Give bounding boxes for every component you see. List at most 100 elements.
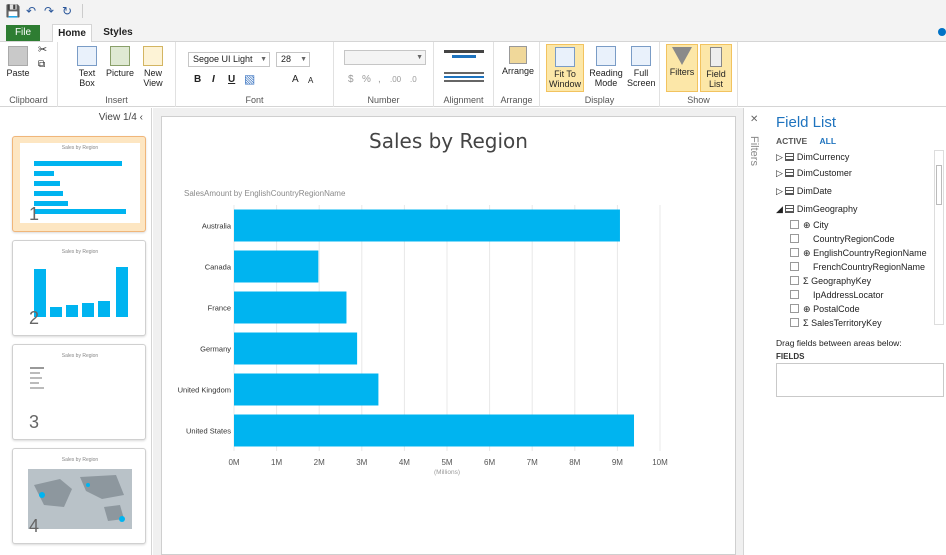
chevron-left-icon[interactable]: ‹ <box>140 112 143 123</box>
close-icon[interactable]: ✕ <box>750 114 758 125</box>
field-checkbox[interactable] <box>790 290 799 299</box>
x-tick-label: 8M <box>569 458 580 467</box>
font-size-value: 28 <box>281 54 292 64</box>
thumbnail-number: 1 <box>29 204 40 224</box>
field-englishcountryregionname[interactable]: ⊕ EnglishCountryRegionName <box>790 248 927 259</box>
group-show: Filters Field List Show <box>660 42 738 107</box>
field-list-icon <box>710 47 722 67</box>
field-checkbox[interactable] <box>790 304 799 313</box>
tab-all[interactable]: ALL <box>820 136 837 146</box>
paste-label: Paste <box>6 68 30 78</box>
collapse-icon: ◢ <box>776 204 783 214</box>
copy-icon[interactable]: ⧉ <box>38 60 45 70</box>
filters-label: Filters <box>669 67 695 77</box>
bar[interactable] <box>234 373 379 406</box>
sigma-icon: Σ <box>803 318 809 328</box>
chevron-down-icon: ▼ <box>300 56 307 63</box>
refresh-icon[interactable]: ↻ <box>60 4 74 18</box>
horizontal-align-icon[interactable] <box>444 70 484 84</box>
filters-pane-collapsed[interactable]: ✕ Filters <box>743 108 765 555</box>
help-icon[interactable] <box>938 28 946 36</box>
full-screen-button[interactable]: Full Screen <box>626 46 656 88</box>
undo-icon[interactable]: ↶ <box>24 4 38 18</box>
field-ipaddresslocator[interactable]: IpAddressLocator <box>790 290 884 300</box>
field-city[interactable]: ⊕ City <box>790 220 829 231</box>
bar[interactable] <box>234 414 635 447</box>
field-salesterritorykey[interactable]: Σ SalesTerritoryKey <box>790 318 882 328</box>
increase-decimal-button[interactable]: .00 <box>390 75 401 84</box>
table-dimdate[interactable]: ▷ DimDate <box>776 186 832 197</box>
category-label: United States <box>186 427 231 436</box>
field-checkbox[interactable] <box>790 276 799 285</box>
redo-icon[interactable]: ↷ <box>42 4 56 18</box>
bar[interactable] <box>234 291 347 324</box>
field-list-scrollbar[interactable] <box>934 150 944 325</box>
bar[interactable] <box>234 250 319 283</box>
field-postalcode[interactable]: ⊕ PostalCode <box>790 304 860 315</box>
comma-button[interactable]: , <box>378 74 381 85</box>
italic-button[interactable]: I <box>212 74 215 85</box>
table-dimgeography[interactable]: ◢ DimGeography <box>776 204 857 215</box>
save-icon[interactable]: 💾 <box>6 4 21 18</box>
scrollbar-thumb[interactable] <box>936 165 942 205</box>
font-size-select[interactable]: 28 ▼ <box>276 52 310 67</box>
text-box-button[interactable]: Text Box <box>74 46 100 88</box>
report-canvas-area: Sales by Region SalesAmount by EnglishCo… <box>153 108 765 555</box>
underline-button[interactable]: U <box>228 74 235 85</box>
table-dimcurrency[interactable]: ▷ DimCurrency <box>776 152 849 163</box>
field-geographykey[interactable]: Σ GeographyKey <box>790 276 871 286</box>
table-name: DimCustomer <box>796 168 852 178</box>
field-checkbox[interactable] <box>790 234 799 243</box>
grow-font-button[interactable]: A <box>292 74 299 85</box>
fit-to-window-button[interactable]: Fit To Window <box>546 44 584 92</box>
reading-mode-icon <box>596 46 616 66</box>
category-label: Germany <box>200 345 231 354</box>
reading-mode-button[interactable]: Reading Mode <box>588 46 624 88</box>
percent-button[interactable]: % <box>362 74 371 85</box>
view-thumbnail-4[interactable]: Sales by Region 4 <box>12 448 146 544</box>
view-thumbnail-2[interactable]: Sales by Region 2 <box>12 240 146 336</box>
field-checkbox[interactable] <box>790 248 799 257</box>
field-checkbox[interactable] <box>790 262 799 271</box>
sales-bar-chart[interactable]: 0M 1M 2M 3M 4M 5M 6M 7M 8M 9M 10M (Millions) Austral… <box>162 197 722 477</box>
bar[interactable] <box>234 209 620 242</box>
arrange-button[interactable]: Arrange <box>500 46 536 76</box>
view-thumbnail-1[interactable]: Sales by Region 1 <box>12 136 146 232</box>
paste-button[interactable]: Paste <box>6 46 30 78</box>
tab-file[interactable]: File <box>6 25 40 41</box>
picture-button[interactable]: Picture <box>104 46 136 78</box>
report-view[interactable]: Sales by Region SalesAmount by EnglishCo… <box>161 116 736 555</box>
tab-styles[interactable]: Styles <box>100 24 136 42</box>
filters-button[interactable]: Filters <box>666 44 698 92</box>
currency-button[interactable]: $ <box>348 74 354 85</box>
cut-icon[interactable]: ✂ <box>38 45 47 56</box>
field-list-pane: Field List ACTIVE ALL ▷ DimCurrency ▷ DimC… <box>766 108 946 555</box>
view-thumbnail-3[interactable]: Sales by Region 3 <box>12 344 146 440</box>
field-frenchcountryregionname[interactable]: FrenchCountryRegionName <box>790 262 925 272</box>
fields-drop-area[interactable] <box>776 363 944 397</box>
vertical-align-icon[interactable] <box>444 48 484 62</box>
x-tick-label: 6M <box>484 458 495 467</box>
field-list-button[interactable]: Field List <box>700 44 732 92</box>
highlight-icon[interactable]: ▧ <box>244 72 255 86</box>
alignment-group-label: Alignment <box>443 95 484 105</box>
filter-icon <box>672 47 692 65</box>
number-format-select[interactable]: ▼ <box>344 50 426 65</box>
field-checkbox[interactable] <box>790 318 799 327</box>
field-countryregioncode[interactable]: CountryRegionCode <box>790 234 895 244</box>
table-dimcustomer[interactable]: ▷ DimCustomer <box>776 168 852 179</box>
shrink-font-button[interactable]: A <box>308 76 313 85</box>
decrease-decimal-button[interactable]: .0 <box>410 75 417 84</box>
bar[interactable] <box>234 332 358 365</box>
new-view-button[interactable]: New View <box>138 46 168 88</box>
field-checkbox[interactable] <box>790 220 799 229</box>
paste-icon <box>8 46 28 66</box>
table-name: DimCurrency <box>796 152 850 162</box>
bold-button[interactable]: B <box>194 74 201 85</box>
tab-active[interactable]: ACTIVE <box>776 136 807 146</box>
expand-icon: ▷ <box>776 186 783 196</box>
group-insert: Text Box Picture New View Insert <box>58 42 176 107</box>
tab-home[interactable]: Home <box>52 24 92 43</box>
font-family-select[interactable]: Segoe UI Light ▼ <box>188 52 270 67</box>
view-title[interactable]: Sales by Region <box>162 129 735 153</box>
